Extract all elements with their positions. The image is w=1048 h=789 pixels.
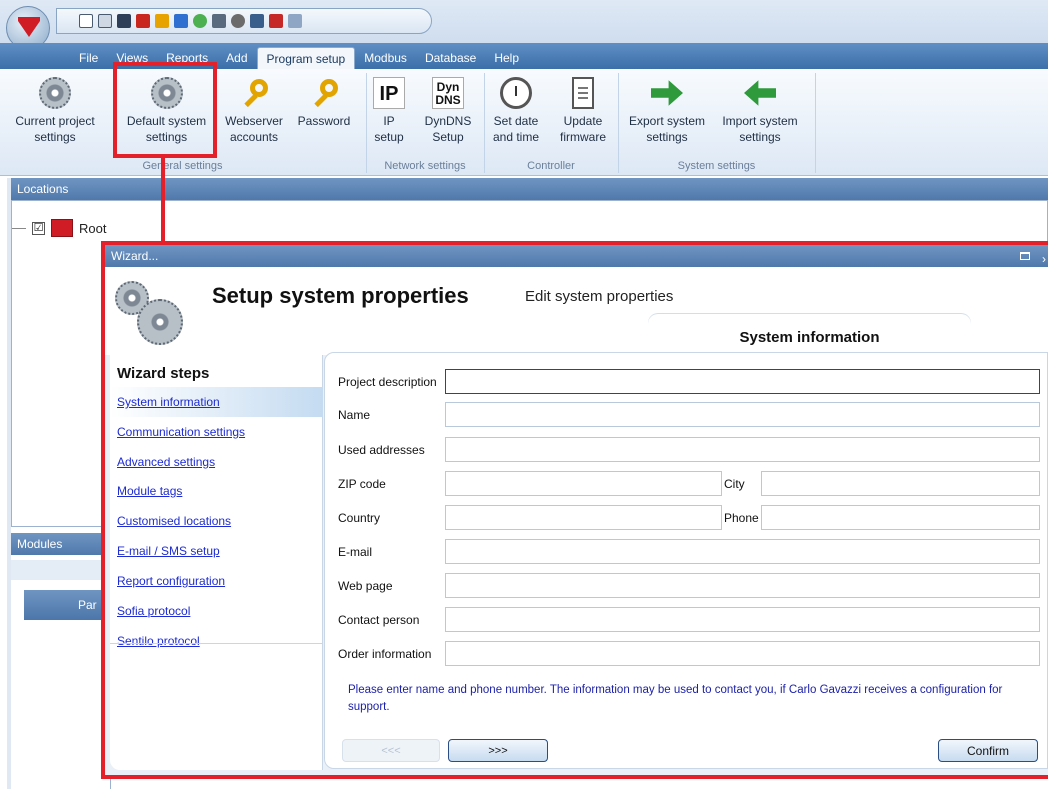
button-label: Current project bbox=[15, 114, 95, 128]
group-label-general-settings: General settings bbox=[142, 160, 223, 172]
root-location-icon bbox=[51, 219, 73, 237]
export-system-settings-button[interactable]: Export system settings bbox=[622, 73, 712, 145]
modules-toolbar bbox=[11, 560, 111, 580]
button-label: Update bbox=[563, 114, 603, 128]
highlight-box-wizard bbox=[101, 241, 1048, 779]
group-label-controller: Controller bbox=[527, 160, 575, 172]
tree-connector bbox=[12, 227, 26, 229]
group-label-network-settings: Network settings bbox=[384, 160, 466, 172]
password-button[interactable]: Password bbox=[290, 73, 358, 129]
forward-icon[interactable] bbox=[155, 14, 169, 28]
button-label: Setup bbox=[432, 130, 464, 144]
module-icon[interactable] bbox=[269, 14, 283, 28]
network-icon[interactable] bbox=[212, 14, 226, 28]
button-label: accounts bbox=[229, 130, 279, 144]
button-label: IP bbox=[383, 114, 395, 128]
app-logo-icon bbox=[18, 21, 40, 37]
modules-panel-header: Modules bbox=[11, 533, 111, 555]
menu-tab-modbus[interactable]: Modbus bbox=[355, 47, 416, 69]
group-separator bbox=[815, 73, 816, 173]
menu-tab-help[interactable]: Help bbox=[485, 47, 528, 69]
locations-panel-header: Locations bbox=[11, 178, 1048, 200]
group-separator bbox=[484, 73, 485, 173]
key-icon bbox=[238, 77, 270, 109]
button-label: setup bbox=[374, 130, 404, 144]
menu-tab-add[interactable]: Add bbox=[217, 47, 256, 69]
tree-item-root[interactable]: ☑ Root bbox=[12, 217, 106, 239]
dyndns-icon: Dyn DNS bbox=[432, 77, 464, 109]
menu-tab-file[interactable]: File bbox=[70, 47, 107, 69]
button-label: Webserver bbox=[225, 114, 283, 128]
group-separator bbox=[618, 73, 619, 173]
webserver-accounts-button[interactable]: Webserver accounts bbox=[220, 73, 288, 145]
update-firmware-button[interactable]: Update firmware bbox=[552, 73, 614, 145]
current-project-settings-button[interactable]: Current project settings bbox=[0, 73, 110, 145]
button-label: Export system bbox=[628, 114, 706, 128]
gears-icon bbox=[39, 77, 71, 109]
new-file-icon[interactable] bbox=[79, 14, 93, 28]
import-arrow-icon bbox=[744, 77, 776, 109]
back-icon[interactable] bbox=[174, 14, 188, 28]
document-icon bbox=[572, 77, 594, 109]
export-icon[interactable] bbox=[288, 14, 302, 28]
button-label: settings bbox=[739, 130, 781, 144]
open-icon[interactable] bbox=[98, 14, 112, 28]
root-checkbox[interactable]: ☑ bbox=[32, 221, 45, 235]
button-label: Set date bbox=[493, 114, 539, 128]
button-label: and time bbox=[492, 130, 540, 144]
refresh-icon[interactable] bbox=[193, 14, 207, 28]
highlight-connector-line bbox=[161, 158, 165, 244]
button-label: Import system bbox=[722, 114, 798, 128]
save-icon[interactable] bbox=[117, 14, 131, 28]
export-arrow-icon bbox=[651, 80, 683, 106]
set-date-time-button[interactable]: Set date and time bbox=[486, 73, 546, 145]
menu-tab-program-setup[interactable]: Program setup bbox=[256, 47, 356, 69]
import-system-settings-button[interactable]: Import system settings bbox=[712, 73, 808, 145]
tree-item-label: Root bbox=[79, 220, 107, 236]
tree-icon[interactable] bbox=[250, 14, 264, 28]
button-label: Password bbox=[297, 114, 351, 128]
highlight-box-default-settings bbox=[113, 62, 217, 158]
button-label: DynDNS bbox=[424, 114, 472, 128]
group-label-system-settings: System settings bbox=[677, 160, 756, 172]
button-label: settings bbox=[646, 130, 688, 144]
ip-setup-button[interactable]: IP IP setup bbox=[364, 73, 414, 145]
dns-icon-text: DNS bbox=[435, 93, 461, 107]
button-label: firmware bbox=[559, 130, 606, 144]
antenna-icon[interactable] bbox=[231, 14, 245, 28]
dyndns-setup-button[interactable]: Dyn DNS DynDNS Setup bbox=[418, 73, 478, 145]
menu-tab-database[interactable]: Database bbox=[416, 47, 485, 69]
button-label: settings bbox=[34, 130, 76, 144]
edit-icon[interactable] bbox=[136, 14, 150, 28]
alarm-clock-icon bbox=[500, 77, 532, 109]
quick-access-toolbar bbox=[56, 8, 432, 34]
ip-icon: IP bbox=[373, 77, 405, 109]
key-icon bbox=[308, 77, 340, 109]
